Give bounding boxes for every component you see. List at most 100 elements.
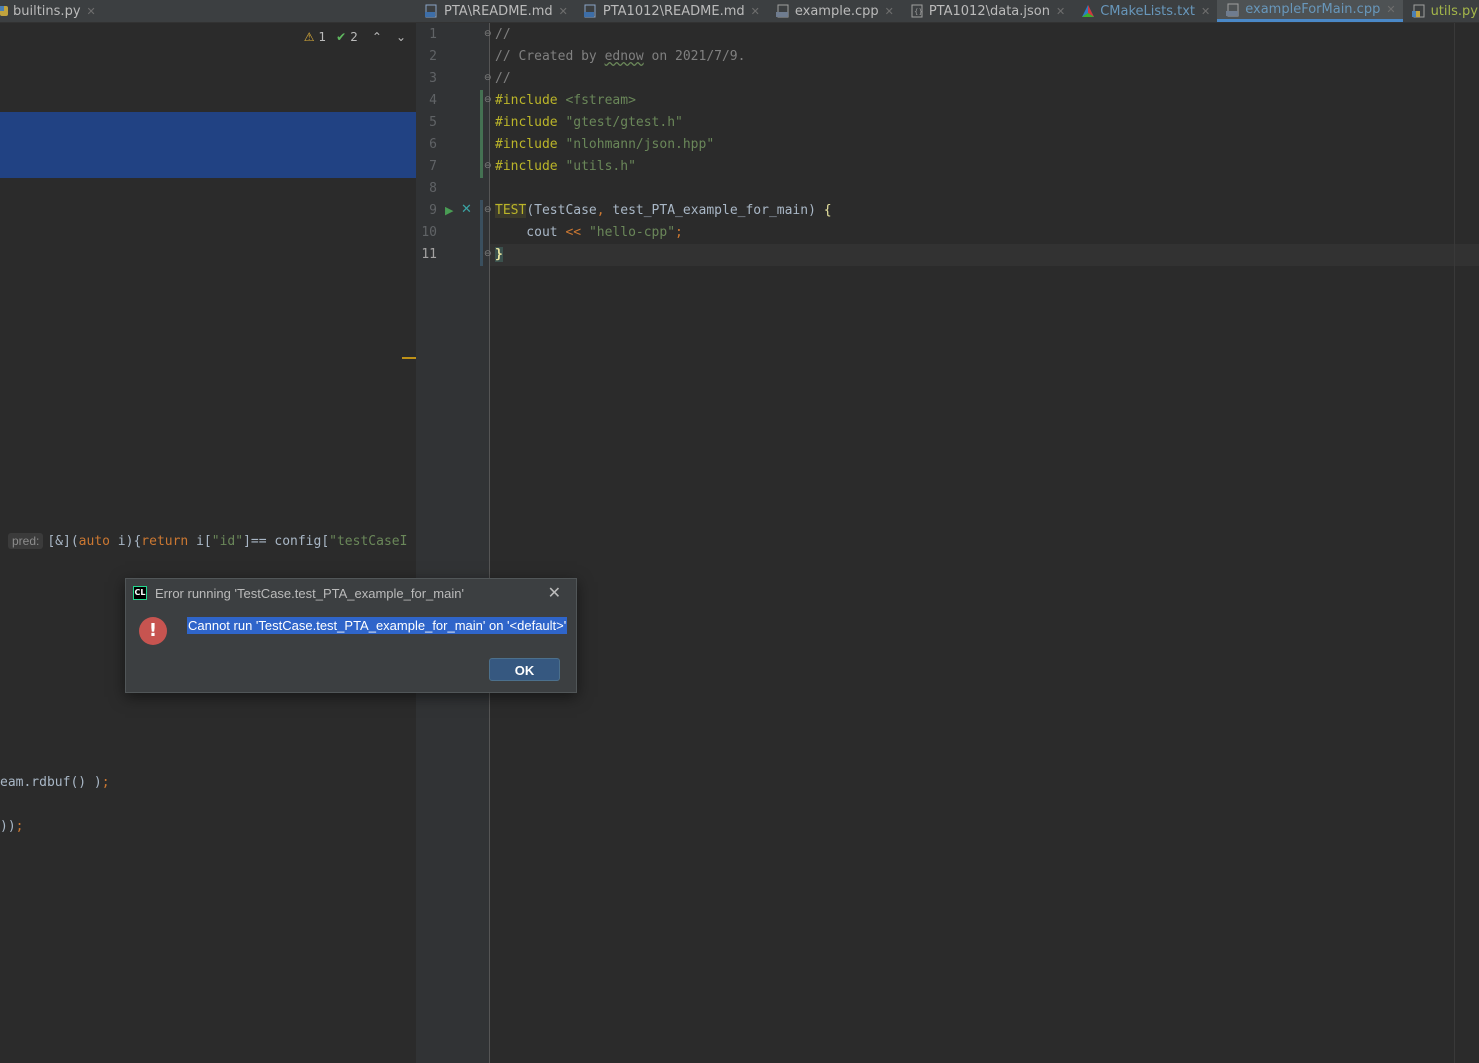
code-line: #include <fstream> xyxy=(495,90,636,112)
close-icon[interactable]: ✕ xyxy=(751,5,760,18)
code-token: #include xyxy=(495,137,566,152)
code-token: on 2021/7/9. xyxy=(643,49,746,64)
line-number: 2 xyxy=(429,49,437,64)
test-failed-icon[interactable]: ✕ xyxy=(461,202,472,217)
right-margin-guide xyxy=(1454,23,1455,1063)
inspection-widget[interactable]: ⚠ 1 ✔ 2 ⌃ ⌄ xyxy=(304,30,406,44)
cmake-file-icon xyxy=(1081,4,1095,18)
fold-icon[interactable]: ⊖ xyxy=(484,206,493,215)
code-line-rdbuf: eam.rdbuf() ); xyxy=(0,772,110,794)
code-line: } xyxy=(495,244,503,266)
tab-label: CMakeLists.txt xyxy=(1100,3,1196,19)
cpp-file-icon xyxy=(1226,3,1240,17)
line-number: 9 xyxy=(429,203,437,218)
markdown-file-icon xyxy=(583,4,598,18)
pred-code: [&](auto i){return i["id"]== config["tes… xyxy=(47,534,407,549)
fold-icon[interactable]: ⊖ xyxy=(484,162,493,171)
tab-label: PTA1012\data.json xyxy=(928,3,1050,19)
code-token: "testCaseI xyxy=(329,534,408,549)
code-token: // xyxy=(495,71,511,86)
close-icon[interactable]: ✕ xyxy=(1201,5,1210,18)
warning-count: 1 xyxy=(318,30,327,44)
tab-label: exampleForMain.cpp xyxy=(1245,2,1381,17)
close-icon[interactable]: ✕ xyxy=(1056,5,1065,18)
fold-icon[interactable]: ⊖ xyxy=(484,74,493,83)
code-line: // Created by ednow on 2021/7/9. xyxy=(495,46,745,68)
check-icon: ✔ xyxy=(336,30,347,44)
code-token: TEST xyxy=(495,203,527,218)
line-number: 11 xyxy=(421,247,437,262)
chevron-up-icon[interactable]: ⌃ xyxy=(372,30,382,44)
code-token: #include xyxy=(495,93,566,108)
close-icon[interactable]: ✕ xyxy=(885,5,894,18)
code-token: // Created by xyxy=(495,49,605,64)
code-token: "nlohmann/json.hpp" xyxy=(565,137,715,152)
tab-label: PTA\README.md xyxy=(444,3,553,19)
warning-marker[interactable] xyxy=(402,357,416,359)
dialog-title: Error running 'TestCase.test_PTA_example… xyxy=(155,586,464,601)
code-line: // xyxy=(495,68,511,90)
json-file-icon: {} xyxy=(910,4,924,18)
line-number: 10 xyxy=(421,225,437,240)
code-token: } xyxy=(495,247,503,262)
error-icon: ! xyxy=(139,617,167,645)
line-number: 4 xyxy=(429,93,437,108)
line-number: 6 xyxy=(429,137,437,152)
code-text: )) xyxy=(0,819,16,834)
close-icon[interactable]: ✕ xyxy=(87,5,96,18)
code-token: i){ xyxy=(109,534,142,549)
editor-tab[interactable]: utils.py✕ xyxy=(1403,0,1479,22)
code-text: eam.rdbuf() ) xyxy=(0,775,102,790)
run-test-icon[interactable]: ▶ xyxy=(445,204,453,217)
vcs-change-marker[interactable] xyxy=(480,90,483,178)
close-icon[interactable]: ✕ xyxy=(548,583,561,603)
line-number: 1 xyxy=(429,27,437,42)
code-token: [&]( xyxy=(47,534,79,549)
gutter-divider xyxy=(489,23,490,1063)
code-token: "utils.h" xyxy=(565,159,636,174)
code-semicolon: ; xyxy=(101,775,110,790)
editor-tab-bar: PTA\README.md ✕ PTA1012\README.md ✕ example.… xyxy=(416,0,1479,23)
tab-label: builtins.py xyxy=(13,3,81,19)
code-line: #include "nlohmann/json.hpp" xyxy=(495,134,714,156)
editor-tab[interactable]: {} PTA1012\data.json ✕ xyxy=(901,0,1072,22)
left-tab-bar: builtins.py ✕ xyxy=(0,0,416,23)
code-token: ednow xyxy=(604,49,644,64)
fold-icon[interactable]: ⊖ xyxy=(484,96,493,105)
code-token: "id" xyxy=(211,534,244,549)
warning-icon: ⚠ xyxy=(303,30,315,44)
editor-tab[interactable]: PTA1012\README.md ✕ xyxy=(575,0,767,22)
line-number: 3 xyxy=(429,71,437,86)
fold-icon[interactable]: ⊖ xyxy=(484,250,493,259)
code-token: cout xyxy=(495,225,566,240)
left-editor-pane[interactable]: builtins.py ✕ ⚠ 1 ✔ 2 ⌃ ⌄ pred: [&](auto … xyxy=(0,0,416,1063)
code-token: "hello-cpp" xyxy=(588,225,676,240)
code-token: <fstream> xyxy=(565,93,636,108)
code-token: { xyxy=(823,203,832,218)
editor-tab[interactable]: CMakeLists.txt ✕ xyxy=(1072,0,1217,22)
vcs-change-marker[interactable] xyxy=(480,200,483,266)
close-icon[interactable]: ✕ xyxy=(1386,3,1395,16)
code-token: "gtest/gtest.h" xyxy=(565,115,683,130)
code-line-pred: pred: [&](auto i){return i["id"]== config… xyxy=(8,530,407,552)
code-line: // xyxy=(495,24,511,46)
code-token: ]== config[ xyxy=(243,534,330,549)
error-message[interactable]: Cannot run 'TestCase.test_PTA_example_fo… xyxy=(187,617,568,634)
editor-tab[interactable]: exampleForMain.cpp ✕ xyxy=(1217,0,1403,22)
main-editor-pane[interactable]: PTA\README.md ✕ PTA1012\README.md ✕ example.… xyxy=(416,0,1479,1063)
tab-builtins-py[interactable]: builtins.py ✕ xyxy=(0,0,106,22)
code-line: #include "utils.h" xyxy=(495,156,636,178)
code-line: cout << "hello-cpp"; xyxy=(495,222,683,244)
line-number: 8 xyxy=(429,181,437,196)
chevron-down-icon[interactable]: ⌄ xyxy=(396,30,406,44)
editor-tab[interactable]: example.cpp ✕ xyxy=(767,0,901,22)
code-token: , xyxy=(596,203,613,218)
ok-button[interactable]: OK xyxy=(489,658,560,681)
editor-tab[interactable]: PTA\README.md ✕ xyxy=(416,0,575,22)
code-token: #include xyxy=(495,115,566,130)
fold-icon[interactable]: ⊖ xyxy=(484,30,493,39)
close-icon[interactable]: ✕ xyxy=(559,5,568,18)
code-token: // xyxy=(495,27,511,42)
code-token: i[ xyxy=(188,534,212,549)
markdown-file-icon xyxy=(425,4,439,18)
